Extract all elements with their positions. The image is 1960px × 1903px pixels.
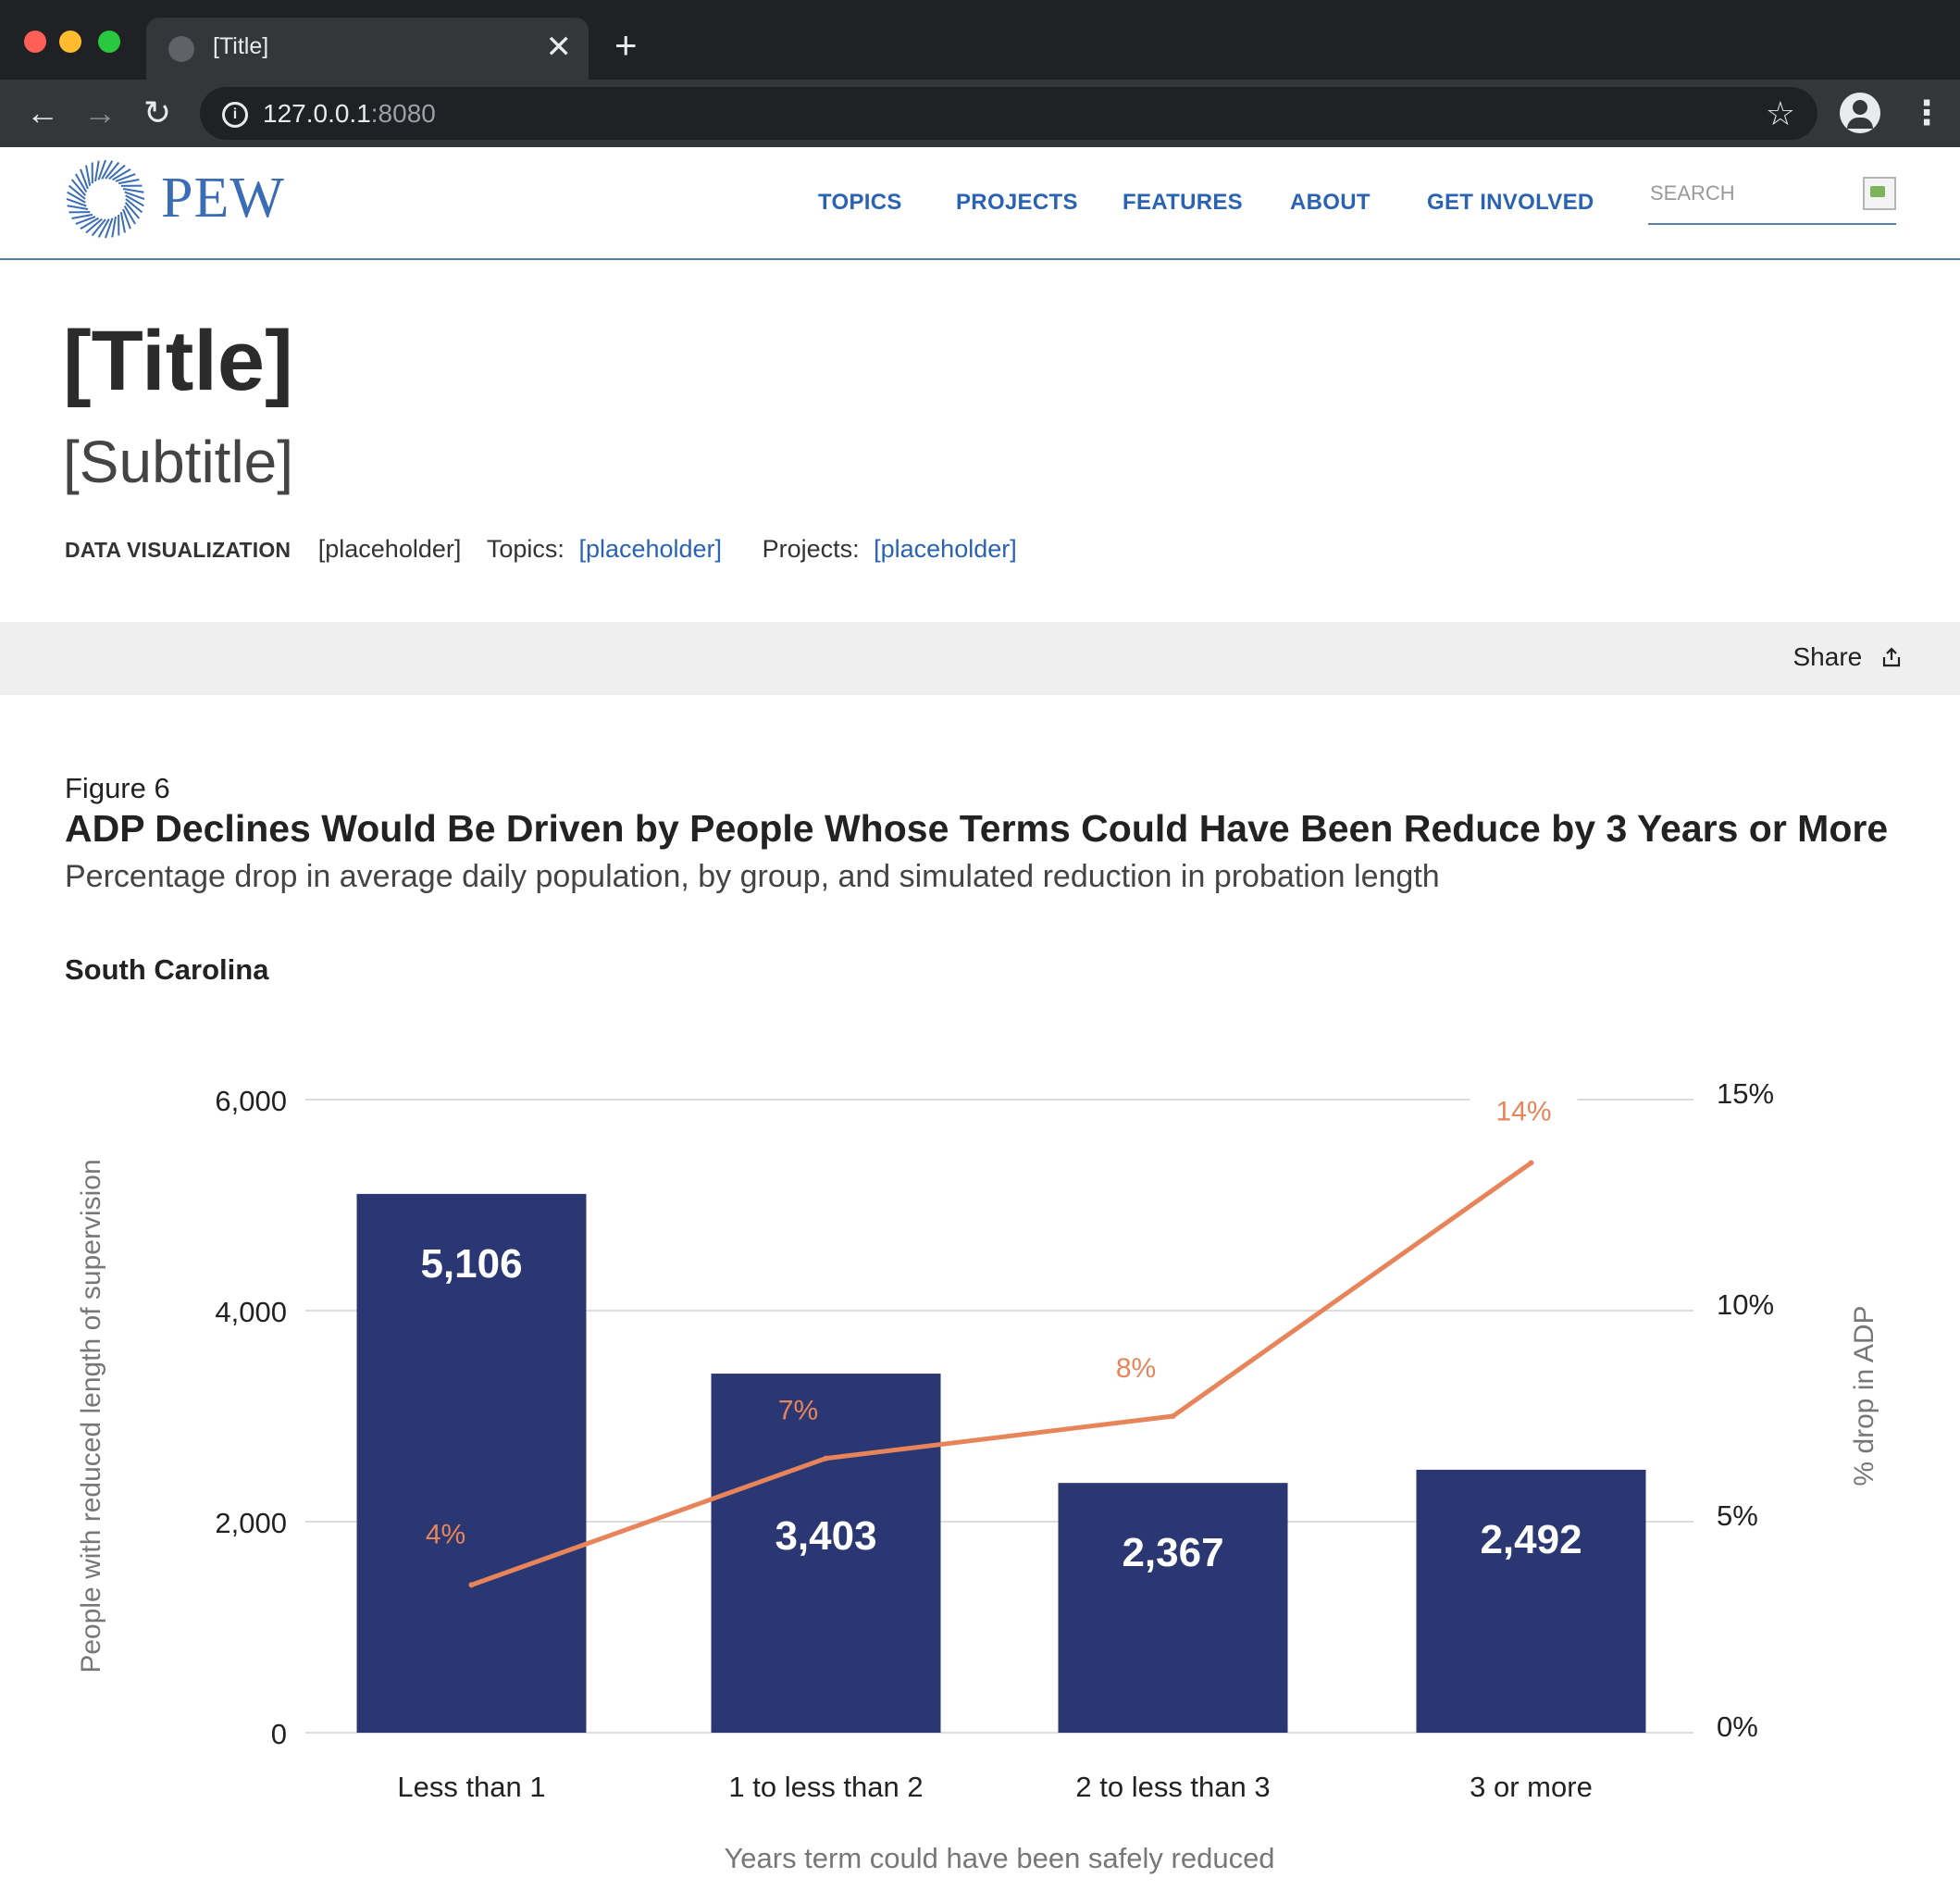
bar-value-label: 5,106 [420,1241,522,1287]
x-tick-label: 1 to less than 2 [728,1771,923,1803]
y2-tick-label: 5% [1717,1499,1758,1532]
y2-tick-label: 10% [1717,1288,1774,1321]
combo-chart: 0 2,000 4,000 6,000 0% 5% 10% 15% 5,106 Less than… [76,1077,1879,1874]
line-value-label: 4% [426,1519,465,1549]
y-axis-title: People with reduced length of supervisio… [76,1159,106,1673]
bar-value-label: 2,367 [1122,1530,1223,1575]
line-value-label: 14% [1495,1096,1551,1126]
bar-value-label: 3,403 [775,1513,876,1559]
bar [1058,1483,1288,1733]
y2-tick-label: 0% [1717,1710,1758,1743]
x-tick-label: Less than 1 [397,1771,545,1803]
line-value-label: 7% [778,1396,818,1426]
y2-tick-label: 15% [1717,1077,1774,1110]
y-tick-label: 0 [271,1718,287,1750]
line-point [1170,1413,1176,1419]
bar [1416,1469,1646,1733]
y-tick-label: 2,000 [215,1507,287,1539]
y2-axis-title: % drop in ADP [1849,1305,1879,1486]
line-point [468,1582,475,1588]
y-tick-label: 4,000 [215,1296,287,1328]
bar-value-label: 2,492 [1480,1517,1582,1562]
y-tick-label: 6,000 [215,1085,287,1117]
line-point [1528,1160,1534,1166]
line-point [823,1455,829,1461]
line-value-label: 8% [1116,1353,1156,1384]
x-tick-label: 3 or more [1470,1771,1593,1803]
x-tick-label: 2 to less than 3 [1075,1771,1270,1803]
x-axis-title: Years term could have been safely reduce… [724,1842,1274,1874]
